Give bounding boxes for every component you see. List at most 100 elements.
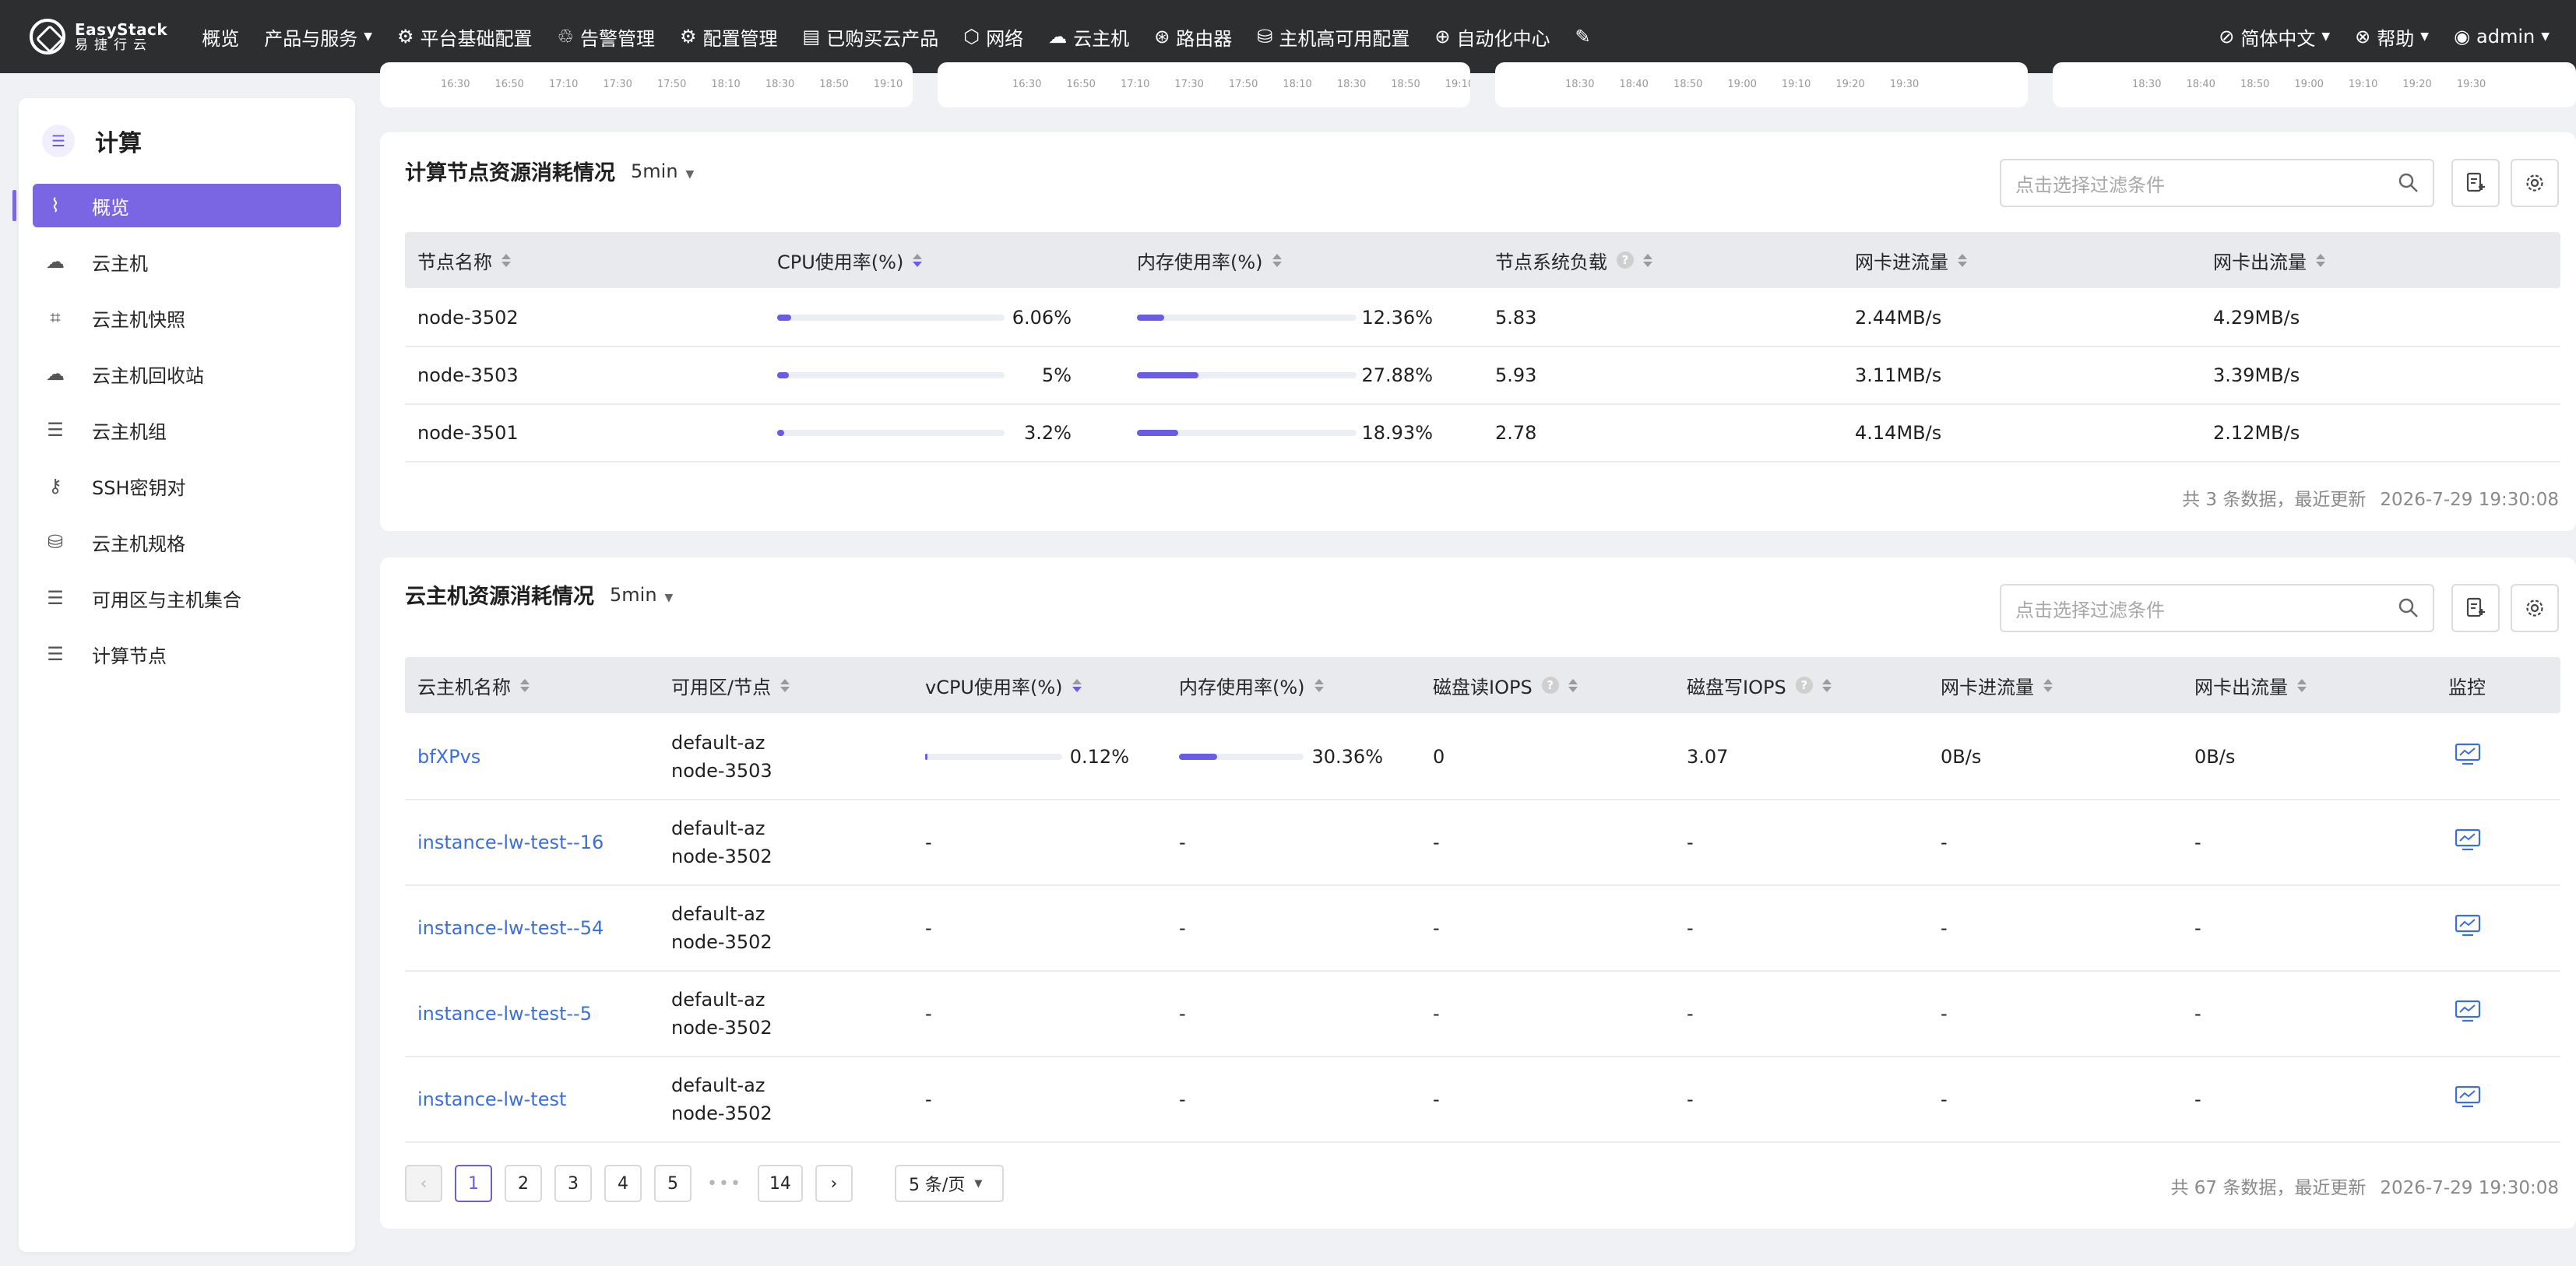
net-out-cell: 4.29MB/s <box>2213 307 2300 329</box>
filter-input[interactable]: 点击选择过滤条件 <box>2000 159 2434 207</box>
menu-collapse-icon[interactable]: ☰ <box>42 125 75 157</box>
column-label: 磁盘读IOPS <box>1433 676 1533 698</box>
column-header[interactable]: 节点系统负载? <box>1495 232 1652 288</box>
chevron-down-icon: ▼ <box>2541 30 2550 43</box>
column-header[interactable]: vCPU使用率(%) <box>925 657 1082 713</box>
page-button[interactable]: 3 <box>554 1165 592 1202</box>
sidebar-item-availability-zone[interactable]: ☰ 可用区与主机集合 <box>33 576 341 620</box>
search-icon[interactable] <box>2397 171 2420 195</box>
sort-icon <box>1643 253 1652 267</box>
filter-input[interactable]: 点击选择过滤条件 <box>2000 584 2434 632</box>
search-icon[interactable] <box>2397 596 2420 620</box>
column-header[interactable]: 网卡进流量 <box>1941 657 2053 713</box>
zone-node-cell: default-az node-3502 <box>671 972 772 1056</box>
sidebar-item-label: 概览 <box>92 196 129 219</box>
axis-tick-label: 19:10 <box>873 79 903 90</box>
column-header[interactable]: CPU使用率(%) <box>777 232 923 288</box>
sidebar-item-flavor[interactable]: ⛁ 云主机规格 <box>33 520 341 564</box>
nav-ha-config-label: 主机高可用配置 <box>1279 27 1410 50</box>
table-row: instance-lw-test default-az node-3502 - - - - -… <box>405 1057 2560 1143</box>
page-button[interactable]: 5 <box>654 1165 692 1202</box>
vm-name-link[interactable]: bfXPvs <box>417 715 480 799</box>
language-label: 简体中文 <box>2240 27 2316 50</box>
column-header[interactable]: 内存使用率(%) <box>1137 232 1282 288</box>
column-header[interactable]: 可用区/节点 <box>671 657 790 713</box>
vm-name-link[interactable]: instance-lw-test <box>417 1057 566 1141</box>
prev-page-button[interactable]: ‹ <box>405 1165 442 1202</box>
sidebar-item-cloud-host[interactable]: ☁ 云主机 <box>33 240 341 283</box>
column-header[interactable]: 网卡出流量 <box>2194 657 2307 713</box>
zone-node-cell: default-az node-3502 <box>671 886 772 970</box>
net-out-cell: 3.39MB/s <box>2213 364 2300 386</box>
column-header[interactable]: 网卡进流量 <box>1855 232 1967 288</box>
caret-down-icon: ▼ <box>685 167 695 181</box>
page-button[interactable]: 2 <box>505 1165 542 1202</box>
nav-overview[interactable]: 概览 <box>189 0 252 73</box>
page-button[interactable]: 1 <box>455 1165 492 1202</box>
column-header[interactable]: 节点名称 <box>417 232 511 288</box>
column-header[interactable]: 内存使用率(%) <box>1179 657 1324 713</box>
sidebar-item-overview[interactable]: ⌇ 概览 <box>12 184 341 227</box>
monitor-icon[interactable] <box>2455 1000 2481 1028</box>
settings-button[interactable] <box>2511 584 2559 632</box>
monitor-icon[interactable] <box>2455 828 2481 856</box>
key-icon: ⚷ <box>48 475 62 497</box>
usage-value: 5% <box>1041 364 1072 386</box>
sidebar-item-recycle-bin[interactable]: ☁ 云主机回收站 <box>33 352 341 396</box>
interval-select[interactable]: 5min ▼ <box>631 160 694 182</box>
usage-bar <box>777 430 1005 436</box>
disk-read-iops-cell: 0 <box>1433 746 1445 768</box>
host-node: node-3502 <box>671 1102 772 1124</box>
memory-usage-cell: 30.36% <box>1179 715 1383 799</box>
server-group-icon: ☰ <box>47 419 64 441</box>
sidebar-item-compute-node[interactable]: ☰ 计算节点 <box>33 632 341 676</box>
export-button[interactable] <box>2451 584 2500 632</box>
easystack-logo[interactable]: EasyStack 易捷行云 <box>30 19 167 55</box>
column-header: 监控 <box>2448 657 2486 713</box>
filter-placeholder: 点击选择过滤条件 <box>2015 599 2165 621</box>
page-size-select[interactable]: 5 条/页 ▼ <box>894 1165 1004 1202</box>
help-question-icon[interactable]: ? <box>1617 251 1634 269</box>
disk-read-iops-cell: - <box>1433 832 1440 853</box>
monitor-icon[interactable] <box>2455 1085 2481 1113</box>
sidebar-item-ssh-keypair[interactable]: ⚷ SSH密钥对 <box>33 464 341 508</box>
axis-tick-label: 18:30 <box>1565 79 1595 90</box>
sidebar-item-host-group[interactable]: ☰ 云主机组 <box>33 408 341 452</box>
cloud-host-icon: ☁ <box>46 251 65 273</box>
vm-name-link[interactable]: instance-lw-test--16 <box>417 800 604 884</box>
column-header[interactable]: 网卡出流量 <box>2213 232 2325 288</box>
node-name-cell: node-3501 <box>417 422 519 444</box>
column-header[interactable]: 磁盘写IOPS? <box>1687 657 1832 713</box>
mini-chart-card: 16:30 16:50 17:10 17:30 17:50 18:10 18:30 18:50… <box>938 62 1470 107</box>
monitor-icon[interactable] <box>2455 743 2481 771</box>
monitor-icon[interactable] <box>2455 914 2481 942</box>
column-label: 网卡进流量 <box>1855 251 1948 273</box>
column-header[interactable]: 云主机名称 <box>417 657 530 713</box>
sidebar-title: 计算 <box>95 130 142 157</box>
last-page-button[interactable]: 14 <box>757 1165 803 1202</box>
sidebar-item-label: 云主机规格 <box>92 533 185 555</box>
node-name-cell: node-3502 <box>417 307 519 329</box>
nav-products[interactable]: 产品与服务 ▼ <box>252 0 385 73</box>
help-question-icon[interactable]: ? <box>1795 677 1813 694</box>
next-page-button[interactable]: › <box>815 1165 853 1202</box>
alarm-bell-icon: ♲ <box>557 26 575 47</box>
user-icon: ◉ <box>2454 26 2471 47</box>
sidebar-item-snapshot[interactable]: ⌗ 云主机快照 <box>33 296 341 339</box>
sidebar-item-label: 云主机组 <box>92 420 167 443</box>
column-header[interactable]: 磁盘读IOPS? <box>1433 657 1578 713</box>
monitor-cell <box>2455 715 2481 799</box>
page-ellipsis[interactable]: ••• <box>707 1174 742 1194</box>
export-button[interactable] <box>2451 159 2500 207</box>
interval-select[interactable]: 5min ▼ <box>610 584 673 606</box>
settings-button[interactable] <box>2511 159 2559 207</box>
vm-name-link[interactable]: instance-lw-test--54 <box>417 886 604 970</box>
usage-value: 6.06% <box>1012 307 1072 329</box>
page-button[interactable]: 4 <box>604 1165 642 1202</box>
zone-node-cell: default-az node-3503 <box>671 715 772 799</box>
vm-name-link[interactable]: instance-lw-test--5 <box>417 972 592 1056</box>
axis-tick-label: 19:30 <box>2456 79 2486 90</box>
help-question-icon[interactable]: ? <box>1541 677 1559 694</box>
footer-timestamp: 2026-7-29 19:30:08 <box>2380 490 2559 510</box>
net-out-cell: - <box>2194 1003 2201 1025</box>
